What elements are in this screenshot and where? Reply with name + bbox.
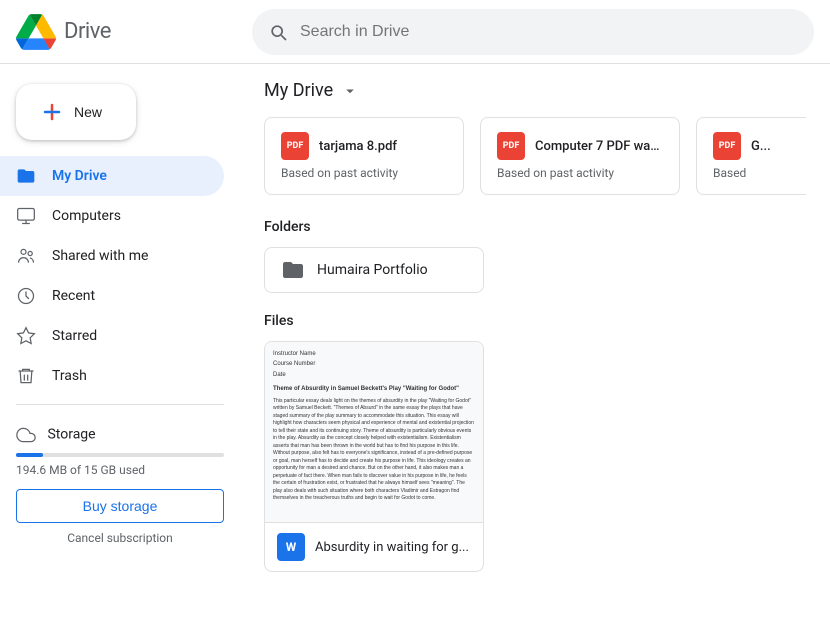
recent-icon — [16, 286, 36, 306]
drive-title: My Drive — [264, 80, 333, 101]
file-preview-text-0: Instructor Name Course Number Date Theme… — [273, 350, 475, 503]
storage-bar-background — [16, 453, 224, 457]
sidebar-item-trash-label: Trash — [52, 368, 87, 384]
logo-area: Drive — [16, 12, 236, 52]
card-filename-2: G... — [751, 139, 771, 154]
word-icon-0: W — [277, 533, 305, 561]
storage-section: Storage 194.6 MB of 15 GB used Buy stora… — [0, 413, 240, 557]
shared-icon — [16, 246, 36, 266]
my-drive-icon — [16, 166, 36, 186]
cancel-subscription-text[interactable]: Cancel subscription — [16, 531, 224, 545]
folders-title: Folders — [264, 219, 806, 235]
files-title: Files — [264, 313, 806, 329]
search-icon — [268, 22, 288, 42]
sidebar-item-starred[interactable]: Starred — [0, 316, 224, 356]
folder-item-0[interactable]: Humaira Portfolio — [264, 247, 484, 293]
sidebar-divider — [16, 404, 224, 405]
new-button-label: New — [74, 104, 102, 120]
drive-logo-icon — [16, 12, 56, 52]
card-filename-0: tarjama 8.pdf — [319, 139, 397, 154]
file-preview-0: Instructor Name Course Number Date Theme… — [265, 342, 483, 522]
folder-icon-0 — [281, 258, 305, 282]
storage-bar-fill — [16, 453, 43, 457]
suggested-cards-row: PDF tarjama 8.pdf Based on past activity… — [264, 117, 806, 195]
suggested-card-0[interactable]: PDF tarjama 8.pdf Based on past activity — [264, 117, 464, 195]
file-card-0[interactable]: Instructor Name Course Number Date Theme… — [264, 341, 484, 572]
file-bottom-0: W Absurdity in waiting for g... — [265, 522, 483, 571]
sidebar-item-recent-label: Recent — [52, 288, 95, 304]
storage-label: Storage — [16, 425, 224, 445]
files-section: Files Instructor Name Course Number Date… — [264, 313, 806, 572]
computers-icon — [16, 206, 36, 226]
plus-icon — [40, 100, 64, 124]
main-layout: New My Drive Computers Shared with me — [0, 64, 830, 639]
suggested-card-1[interactable]: PDF Computer 7 PDF watermark r... Based … — [480, 117, 680, 195]
folder-name-0: Humaira Portfolio — [317, 262, 428, 278]
pdf-icon-2: PDF — [713, 132, 741, 160]
cloud-icon — [16, 425, 36, 445]
app-title: Drive — [64, 19, 111, 44]
card-subtitle-2: Based — [713, 166, 806, 180]
card-subtitle-0: Based on past activity — [281, 166, 447, 180]
chevron-down-icon — [341, 82, 359, 100]
storage-used-text: 194.6 MB of 15 GB used — [16, 463, 224, 477]
card-subtitle-1: Based on past activity — [497, 166, 663, 180]
sidebar-item-my-drive-label: My Drive — [52, 168, 107, 184]
app-header: Drive — [0, 0, 830, 64]
search-input[interactable] — [300, 23, 798, 41]
folders-section: Folders Humaira Portfolio — [264, 219, 806, 293]
file-name-0: Absurdity in waiting for g... — [315, 540, 469, 555]
sidebar: New My Drive Computers Shared with me — [0, 64, 240, 639]
sidebar-item-shared[interactable]: Shared with me — [0, 236, 224, 276]
sidebar-item-trash[interactable]: Trash — [0, 356, 224, 396]
sidebar-item-starred-label: Starred — [52, 328, 97, 344]
new-button[interactable]: New — [16, 84, 136, 140]
buy-storage-button[interactable]: Buy storage — [16, 489, 224, 523]
starred-icon — [16, 326, 36, 346]
search-bar[interactable] — [252, 9, 814, 55]
trash-icon — [16, 366, 36, 386]
card-filename-1: Computer 7 PDF watermark r... — [535, 139, 663, 154]
sidebar-item-my-drive[interactable]: My Drive — [0, 156, 224, 196]
pdf-icon-1: PDF — [497, 132, 525, 160]
sidebar-item-recent[interactable]: Recent — [0, 276, 224, 316]
main-content: My Drive PDF tarjama 8.pdf Based on past… — [240, 64, 830, 639]
suggested-card-2[interactable]: PDF G... Based — [696, 117, 806, 195]
sidebar-item-computers[interactable]: Computers — [0, 196, 224, 236]
sidebar-item-shared-label: Shared with me — [52, 248, 148, 264]
sidebar-item-computers-label: Computers — [52, 208, 121, 224]
drive-header: My Drive — [264, 80, 806, 101]
pdf-icon-0: PDF — [281, 132, 309, 160]
